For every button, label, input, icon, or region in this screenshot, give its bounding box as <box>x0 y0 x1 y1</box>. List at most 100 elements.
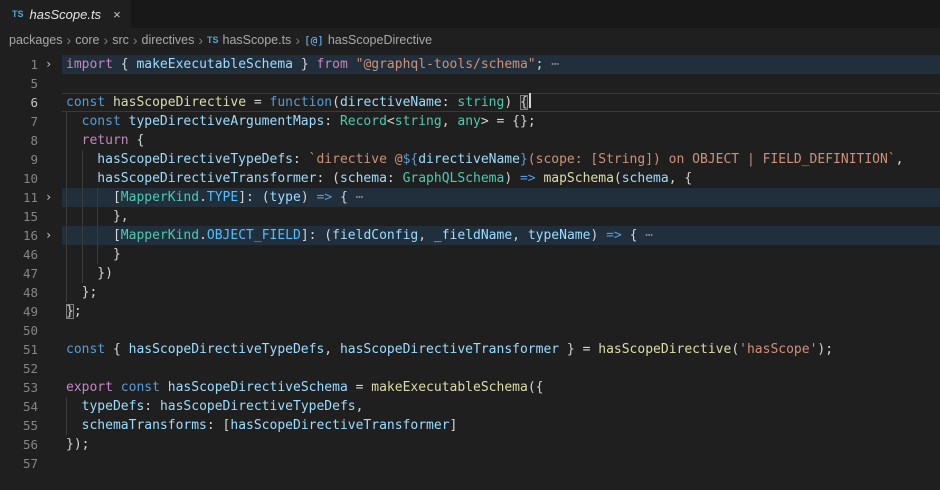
breadcrumb-item-directives[interactable]: directives <box>142 33 195 47</box>
matched-bracket: { <box>520 95 528 110</box>
code-token: schemaTransforms <box>66 418 207 433</box>
line-number: 56 <box>0 435 38 454</box>
code-editor[interactable]: 1 › import { makeExecutableSchema } from "… <box>0 52 940 490</box>
fold-chevron-icon[interactable]: › <box>45 188 61 207</box>
code-text[interactable]: const hasScopeDirective = function(direc… <box>66 93 531 112</box>
code-line-11[interactable]: 11› [MapperKind.TYPE]: (type) => { ⋯ <box>0 188 940 207</box>
code-line-49[interactable]: 49}; <box>0 302 940 321</box>
code-token: `directive @ <box>309 152 403 167</box>
chevron-right-icon: › <box>100 32 113 48</box>
code-line-16[interactable]: 16› [MapperKind.OBJECT_FIELD]: (fieldCon… <box>0 226 940 245</box>
code-text[interactable]: [MapperKind.TYPE]: (type) => { ⋯ <box>66 188 363 207</box>
code-text[interactable]: hasScopeDirectiveTypeDefs: `directive @$… <box>66 150 903 169</box>
code-line-7[interactable]: 7 const typeDirectiveArgumentMaps: Recor… <box>0 112 940 131</box>
code-token: hasScopeDirectiveTypeDefs <box>129 342 325 357</box>
code-token: : ( <box>316 171 339 186</box>
breadcrumb-item-core[interactable]: core <box>75 33 99 47</box>
code-line-51[interactable]: 51const { hasScopeDirectiveTypeDefs, has… <box>0 340 940 359</box>
code-text[interactable]: hasScopeDirectiveTransformer: (schema: G… <box>66 169 692 188</box>
breadcrumb-label: directives <box>142 33 195 47</box>
code-line-46[interactable]: 46 } <box>0 245 940 264</box>
code-token: any <box>457 114 480 129</box>
fold-chevron-icon[interactable]: › <box>45 226 61 245</box>
code-line-57[interactable]: 57 <box>0 454 940 473</box>
code-token: string <box>457 95 504 110</box>
line-number: 49 <box>0 302 38 321</box>
code-token: => <box>520 171 536 186</box>
breadcrumb-item-src[interactable]: src <box>112 33 129 47</box>
code-text[interactable]: import { makeExecutableSchema } from "@g… <box>66 55 559 74</box>
fold-chevron-icon[interactable]: › <box>45 55 61 74</box>
line-number: 7 <box>0 112 38 131</box>
code-token: , <box>896 152 904 167</box>
code-line-47[interactable]: 47 }) <box>0 264 940 283</box>
chevron-right-icon: › <box>63 32 76 48</box>
code-token: } = <box>559 342 598 357</box>
code-line-10[interactable]: 10 hasScopeDirectiveTransformer: (schema… <box>0 169 940 188</box>
code-token: typeName <box>528 228 591 243</box>
code-token: ⋯ <box>356 190 364 205</box>
code-token: : <box>293 152 309 167</box>
line-number: 50 <box>0 321 38 340</box>
chevron-right-icon: › <box>194 32 207 48</box>
code-text[interactable]: schemaTransforms: [hasScopeDirectiveTran… <box>66 416 457 435</box>
code-token: MapperKind <box>121 190 199 205</box>
matched-bracket: } <box>66 304 74 319</box>
code-token: import <box>66 57 121 72</box>
code-line-6[interactable]: 6const hasScopeDirective = function(dire… <box>0 93 940 112</box>
code-line-54[interactable]: 54 typeDefs: hasScopeDirectiveTypeDefs, <box>0 397 940 416</box>
code-text[interactable]: }); <box>66 435 89 454</box>
code-line-8[interactable]: 8 return { <box>0 131 940 150</box>
code-line-15[interactable]: 15 }, <box>0 207 940 226</box>
code-text[interactable]: [MapperKind.OBJECT_FIELD]: (fieldConfig,… <box>66 226 653 245</box>
code-token: ( <box>614 171 622 186</box>
typescript-file-icon: TS <box>207 35 219 45</box>
tab-hasscope[interactable]: TS hasScope.ts × <box>0 0 131 28</box>
code-token: ) <box>504 171 520 186</box>
code-text[interactable]: const { hasScopeDirectiveTypeDefs, hasSc… <box>66 340 833 359</box>
code-text[interactable]: }; <box>66 302 82 321</box>
code-token: , { <box>669 171 692 186</box>
code-line-9[interactable]: 9 hasScopeDirectiveTypeDefs: `directive … <box>0 150 940 169</box>
code-token: fieldConfig <box>332 228 418 243</box>
code-text[interactable]: }) <box>66 264 113 283</box>
code-line-56[interactable]: 56}); <box>0 435 940 454</box>
code-line-50[interactable]: 50 <box>0 321 940 340</box>
breadcrumb-item-packages[interactable]: packages <box>9 33 63 47</box>
code-text[interactable]: } <box>66 245 121 264</box>
code-token: makeExecutableSchema <box>136 57 293 72</box>
code-text[interactable]: export const hasScopeDirectiveSchema = m… <box>66 378 543 397</box>
code-text[interactable]: typeDefs: hasScopeDirectiveTypeDefs, <box>66 397 363 416</box>
code-token: : <box>387 171 403 186</box>
code-text[interactable]: }; <box>66 283 97 302</box>
code-line-53[interactable]: 53export const hasScopeDirectiveSchema =… <box>0 378 940 397</box>
code-token: Record <box>340 114 387 129</box>
breadcrumb-item-hasscopedirective[interactable]: [@]hasScopeDirective <box>304 33 432 47</box>
code-line-55[interactable]: 55 schemaTransforms: [hasScopeDirectiveT… <box>0 416 940 435</box>
code-token: hasScopeDirectiveTransformer <box>230 418 449 433</box>
code-line-52[interactable]: 52 <box>0 359 940 378</box>
code-token: typeDefs <box>66 399 144 414</box>
code-token: 'hasScope' <box>739 342 817 357</box>
line-number: 10 <box>0 169 38 188</box>
code-token: : [ <box>207 418 230 433</box>
close-icon[interactable]: × <box>113 8 121 21</box>
code-line-1[interactable]: 1 › import { makeExecutableSchema } from "… <box>0 55 940 74</box>
code-text[interactable]: return { <box>66 131 144 150</box>
line-number: 1 <box>0 55 38 74</box>
breadcrumb-item-hasscope-ts[interactable]: TS hasScope.ts <box>207 33 291 47</box>
code-token: (scope: [String]) on OBJECT | FIELD_DEFI… <box>528 152 896 167</box>
code-token: ]: ( <box>238 190 269 205</box>
code-token: hasScopeDirectiveTypeDefs <box>160 399 356 414</box>
code-token: [ <box>66 190 121 205</box>
code-token: ( <box>332 95 340 110</box>
code-line-5[interactable]: 5 <box>0 74 940 93</box>
breadcrumb-label: hasScope.ts <box>223 33 292 47</box>
code-token: return <box>66 133 129 148</box>
code-token: export <box>66 380 121 395</box>
code-text[interactable]: }, <box>66 207 129 226</box>
code-token: const <box>66 114 129 129</box>
code-line-48[interactable]: 48 }; <box>0 283 940 302</box>
code-text[interactable]: const typeDirectiveArgumentMaps: Record<… <box>66 112 536 131</box>
breadcrumb: packages›core›src›directives›TShasScope.… <box>0 28 940 52</box>
